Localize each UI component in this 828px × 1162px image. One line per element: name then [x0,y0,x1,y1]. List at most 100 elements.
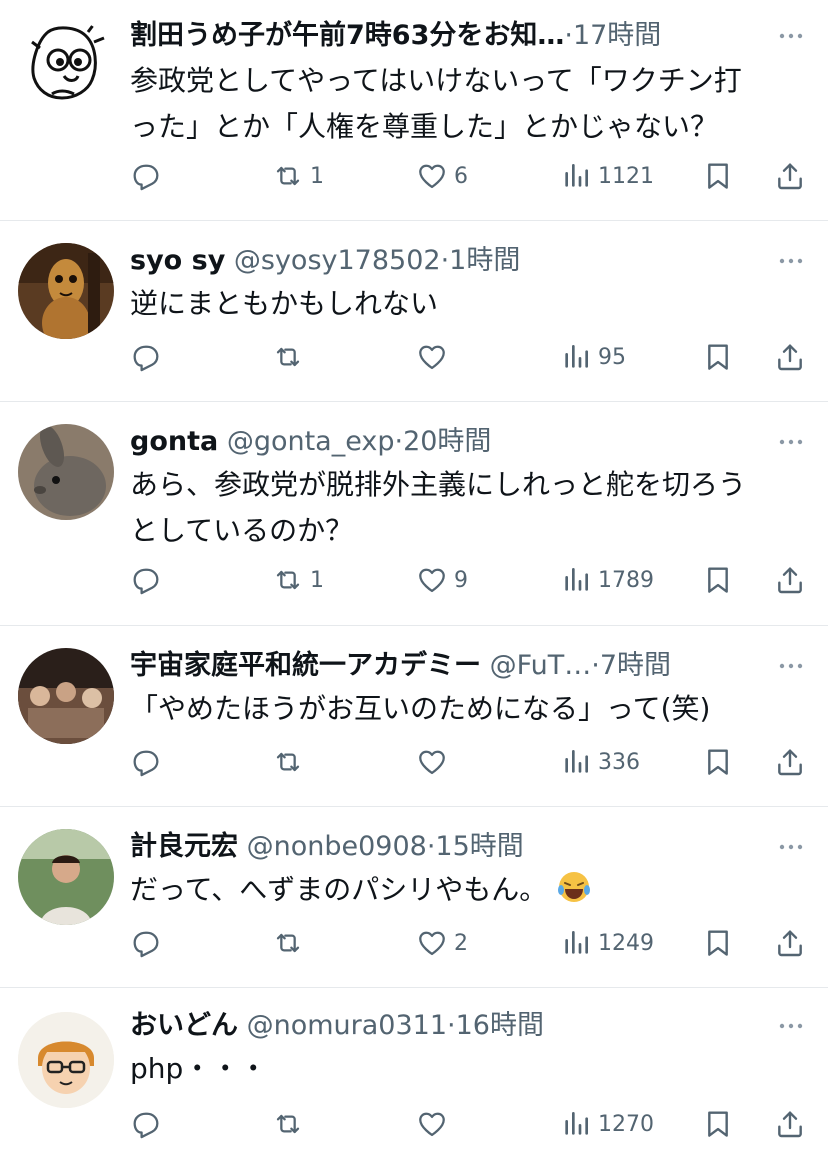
bookmark-button[interactable] [702,337,734,377]
like-count: 9 [454,567,468,593]
user-handle[interactable]: @nomura0311 [247,1010,447,1041]
views-button[interactable]: 1270 [560,1104,654,1144]
like-button[interactable] [416,337,454,377]
more-icon[interactable] [776,249,806,273]
display-name[interactable]: syo sy [130,245,225,276]
like-icon [416,341,448,373]
avatar[interactable] [18,648,114,744]
share-button[interactable] [774,923,806,963]
tweet-text-line: 逆にまともかもしれない [130,287,439,320]
more-icon[interactable] [776,654,806,678]
view-count: 336 [598,749,640,775]
avatar[interactable] [18,243,114,339]
tweet-header: 計良元宏 @nonbe0908·15時間 [130,827,758,867]
like-button[interactable] [416,1104,454,1144]
timestamp[interactable]: ·1時間 [441,245,521,276]
display-name[interactable]: おいどん [130,1010,238,1041]
more-icon[interactable] [776,835,806,859]
avatar[interactable] [18,829,114,925]
like-icon [416,1108,448,1140]
view-count: 1249 [598,930,654,956]
bookmark-button[interactable] [702,742,734,782]
retweet-button[interactable]: 1 [272,156,324,196]
bookmark-icon [702,160,734,192]
more-icon[interactable] [776,430,806,454]
reply-button[interactable] [130,337,168,377]
display-name[interactable]: 宇宙家庭平和統一アカデミー [130,650,481,681]
timestamp[interactable]: ·15時間 [427,831,524,862]
tweet-6[interactable]: おいどん @nomura0311·16時間 php・・・ 1270 [0,988,828,1162]
reply-button[interactable] [130,923,168,963]
retweet-button[interactable] [272,337,310,377]
tweet-text-line: 参政党としてやってはいけないって「ワクチン打 [130,64,742,97]
retweet-count: 1 [310,163,324,189]
views-button[interactable]: 1789 [560,560,654,600]
tweet-header: 割田うめ子が午前7時63分をお知…·17時間 [130,16,758,56]
views-button[interactable]: 95 [560,337,626,377]
reply-button[interactable] [130,560,168,600]
share-button[interactable] [774,156,806,196]
like-button[interactable]: 9 [416,560,468,600]
like-button[interactable]: 6 [416,156,468,196]
tweet-3[interactable]: gonta @gonta_exp·20時間 あら、参政党が脱排外主義にしれっと舵… [0,402,828,626]
user-handle[interactable]: @nonbe0908 [247,831,427,862]
tweet-text: 参政党としてやってはいけないって「ワクチン打 った」とか「人権を尊重した」とかじ… [130,58,798,150]
retweet-button[interactable] [272,1104,310,1144]
views-button[interactable]: 1121 [560,156,654,196]
avatar[interactable] [18,1012,114,1108]
tweet-text: あら、参政党が脱排外主義にしれっと舵を切ろう としているのか？ [130,462,798,554]
like-button[interactable]: 2 [416,923,468,963]
user-handle[interactable]: @FuT… [490,650,592,681]
tweet-4[interactable]: 宇宙家庭平和統一アカデミー @FuT…·7時間 「やめたほうがお互いのためになる… [0,626,828,807]
like-button[interactable] [416,742,454,782]
tweet-2[interactable]: syo sy @syosy178502·1時間 逆にまともかもしれない 95 [0,221,828,402]
avatar[interactable] [18,424,114,520]
tweet-5[interactable]: 計良元宏 @nonbe0908·15時間 だって、へずまのパシリやもん。 2 1… [0,807,828,988]
user-handle[interactable]: @syosy178502 [234,245,441,276]
timestamp[interactable]: ·7時間 [591,650,671,681]
views-icon [560,927,592,959]
retweet-button[interactable] [272,742,310,782]
bookmark-button[interactable] [702,1104,734,1144]
share-button[interactable] [774,1104,806,1144]
avatar[interactable] [18,18,114,114]
tweet-text-line: った」とか「人権を尊重した」とかじゃない？ [130,110,719,143]
share-button[interactable] [774,560,806,600]
retweet-button[interactable]: 1 [272,560,324,600]
bookmark-button[interactable] [702,156,734,196]
reply-button[interactable] [130,156,168,196]
bookmark-button[interactable] [702,923,734,963]
action-bar: 336 [130,742,808,782]
reply-button[interactable] [130,742,168,782]
tweet-text-line: php・・・ [130,1052,268,1085]
rabbit-avatar [18,424,114,520]
tweet-header: 宇宙家庭平和統一アカデミー @FuT…·7時間 [130,646,758,686]
share-button[interactable] [774,742,806,782]
reply-icon [130,1108,162,1140]
bookmark-button[interactable] [702,560,734,600]
display-name[interactable]: gonta [130,426,218,457]
user-handle[interactable]: @gonta_exp [227,426,395,457]
display-name[interactable]: 割田うめ子が午前7時63分をお知… [130,20,564,51]
reply-icon [130,927,162,959]
more-icon[interactable] [776,1014,806,1038]
more-icon[interactable] [776,24,806,48]
tweet-1[interactable]: 割田うめ子が午前7時63分をお知…·17時間 参政党としてやってはいけないって「… [0,0,828,221]
action-bar: 2 1249 [130,923,808,963]
like-icon [416,564,448,596]
share-icon [774,341,806,373]
display-name[interactable]: 計良元宏 [130,831,238,862]
share-icon [774,746,806,778]
share-button[interactable] [774,337,806,377]
retweet-button[interactable] [272,923,310,963]
views-button[interactable]: 336 [560,742,640,782]
views-button[interactable]: 1249 [560,923,654,963]
timestamp[interactable]: ·16時間 [447,1010,544,1041]
reply-button[interactable] [130,1104,168,1144]
timestamp[interactable]: ·17時間 [564,20,661,51]
person-photo-avatar [18,829,114,925]
tweet-text-line: あら、参政党が脱排外主義にしれっと舵を切ろう [130,468,747,501]
bookmark-icon [702,746,734,778]
timestamp[interactable]: ·20時間 [394,426,491,457]
like-icon [416,160,448,192]
